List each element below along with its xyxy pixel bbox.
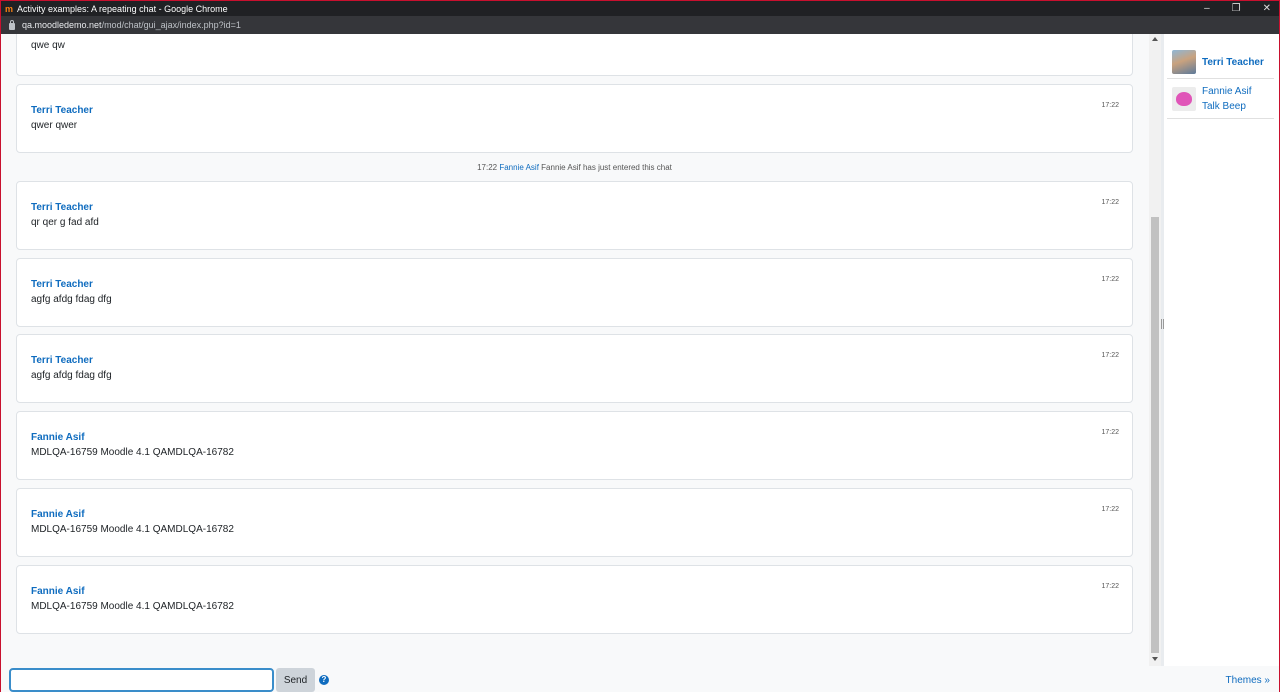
message-time: 17:22 [1101, 506, 1119, 513]
chat-scrollbar[interactable] [1149, 34, 1161, 666]
chat-event: 17:22 Fannie Asif Fannie Asif has just e… [16, 163, 1133, 172]
user-name-link[interactable]: Terri Teacher [1202, 57, 1264, 68]
window-title-bar: m Activity examples: A repeating chat - … [1, 1, 1279, 16]
message-author[interactable]: Fannie Asif [31, 586, 85, 597]
avatar [1172, 50, 1196, 74]
chat-message: Fannie Asif MDLQA-16759 Moodle 4.1 QAMDL… [16, 488, 1133, 557]
event-text: Fannie Asif has just entered this chat [541, 163, 672, 172]
message-author[interactable]: Fannie Asif [31, 509, 85, 520]
message-input-bar: Send ? Themes » [1, 666, 1279, 692]
event-user-link[interactable]: Fannie Asif [499, 163, 539, 172]
chat-message: Fannie Asif MDLQA-16759 Moodle 4.1 QAMDL… [16, 565, 1133, 634]
window-title: Activity examples: A repeating chat - Go… [17, 3, 228, 14]
send-button[interactable]: Send [276, 668, 315, 692]
message-time: 17:22 [1101, 199, 1119, 206]
minimize-icon[interactable]: – [1204, 3, 1210, 14]
message-text: MDLQA-16759 Moodle 4.1 QAMDLQA-16782 [31, 601, 234, 612]
message-time: 17:22 [1101, 102, 1119, 109]
message-input[interactable] [9, 668, 274, 692]
chat-message: Terri Teacher agfg afdg fdag dfg 17:22 [16, 334, 1133, 403]
message-author[interactable]: Terri Teacher [31, 279, 93, 290]
message-time: 17:22 [1101, 429, 1119, 436]
chat-message: Terri Teacher qwer qwer 17:22 [16, 84, 1133, 153]
message-author[interactable]: Terri Teacher [31, 202, 93, 213]
message-author[interactable]: Terri Teacher [31, 105, 93, 116]
message-text: agfg afdg fdag dfg [31, 294, 112, 305]
message-time: 17:22 [1101, 583, 1119, 590]
chat-messages-area[interactable]: qwe qw Terri Teacher qwer qwer 17:22 17:… [1, 34, 1149, 666]
restore-icon[interactable]: ❐ [1232, 3, 1241, 14]
themes-link[interactable]: Themes » [1226, 675, 1270, 686]
message-author[interactable]: Fannie Asif [31, 432, 85, 443]
url-path: /mod/chat/gui_ajax/index.php?id=1 [101, 20, 241, 30]
lock-icon[interactable] [9, 19, 15, 30]
window-controls: – ❐ ✕ [1204, 1, 1271, 16]
chat-message: Terri Teacher agfg afdg fdag dfg 17:22 [16, 258, 1133, 327]
scroll-down-icon[interactable] [1152, 657, 1158, 661]
message-text: qwe qw [31, 40, 65, 51]
user-list-item: Terri Teacher [1167, 46, 1274, 79]
user-list-item: Fannie Asif Talk Beep [1167, 79, 1274, 119]
event-time: 17:22 [477, 163, 498, 172]
talk-beep-link[interactable]: Talk Beep [1202, 101, 1246, 112]
message-text: MDLQA-16759 Moodle 4.1 QAMDLQA-16782 [31, 524, 234, 535]
avatar [1172, 87, 1196, 111]
help-icon[interactable]: ? [319, 675, 329, 685]
user-name-link[interactable]: Fannie Asif [1202, 86, 1251, 97]
scroll-thumb[interactable] [1151, 217, 1159, 653]
message-time: 17:22 [1101, 352, 1119, 359]
chat-message: Fannie Asif MDLQA-16759 Moodle 4.1 QAMDL… [16, 411, 1133, 480]
close-icon[interactable]: ✕ [1263, 3, 1271, 14]
message-time: 17:22 [1101, 276, 1119, 283]
users-panel: Terri Teacher Fannie Asif Talk Beep [1164, 34, 1279, 666]
message-text: qwer qwer [31, 120, 78, 131]
chat-message: qwe qw [16, 34, 1133, 76]
message-text: agfg afdg fdag dfg [31, 370, 112, 381]
scroll-up-icon[interactable] [1152, 37, 1158, 41]
chat-message: Terri Teacher qr qer g fad afd 17:22 [16, 181, 1133, 250]
message-text: MDLQA-16759 Moodle 4.1 QAMDLQA-16782 [31, 447, 234, 458]
url-host: qa.moodledemo.net [22, 20, 102, 30]
moodle-logo-icon: m [5, 3, 14, 14]
message-author[interactable]: Terri Teacher [31, 355, 93, 366]
address-bar[interactable]: qa.moodledemo.net /mod/chat/gui_ajax/ind… [1, 16, 1279, 34]
message-text: qr qer g fad afd [31, 217, 99, 228]
